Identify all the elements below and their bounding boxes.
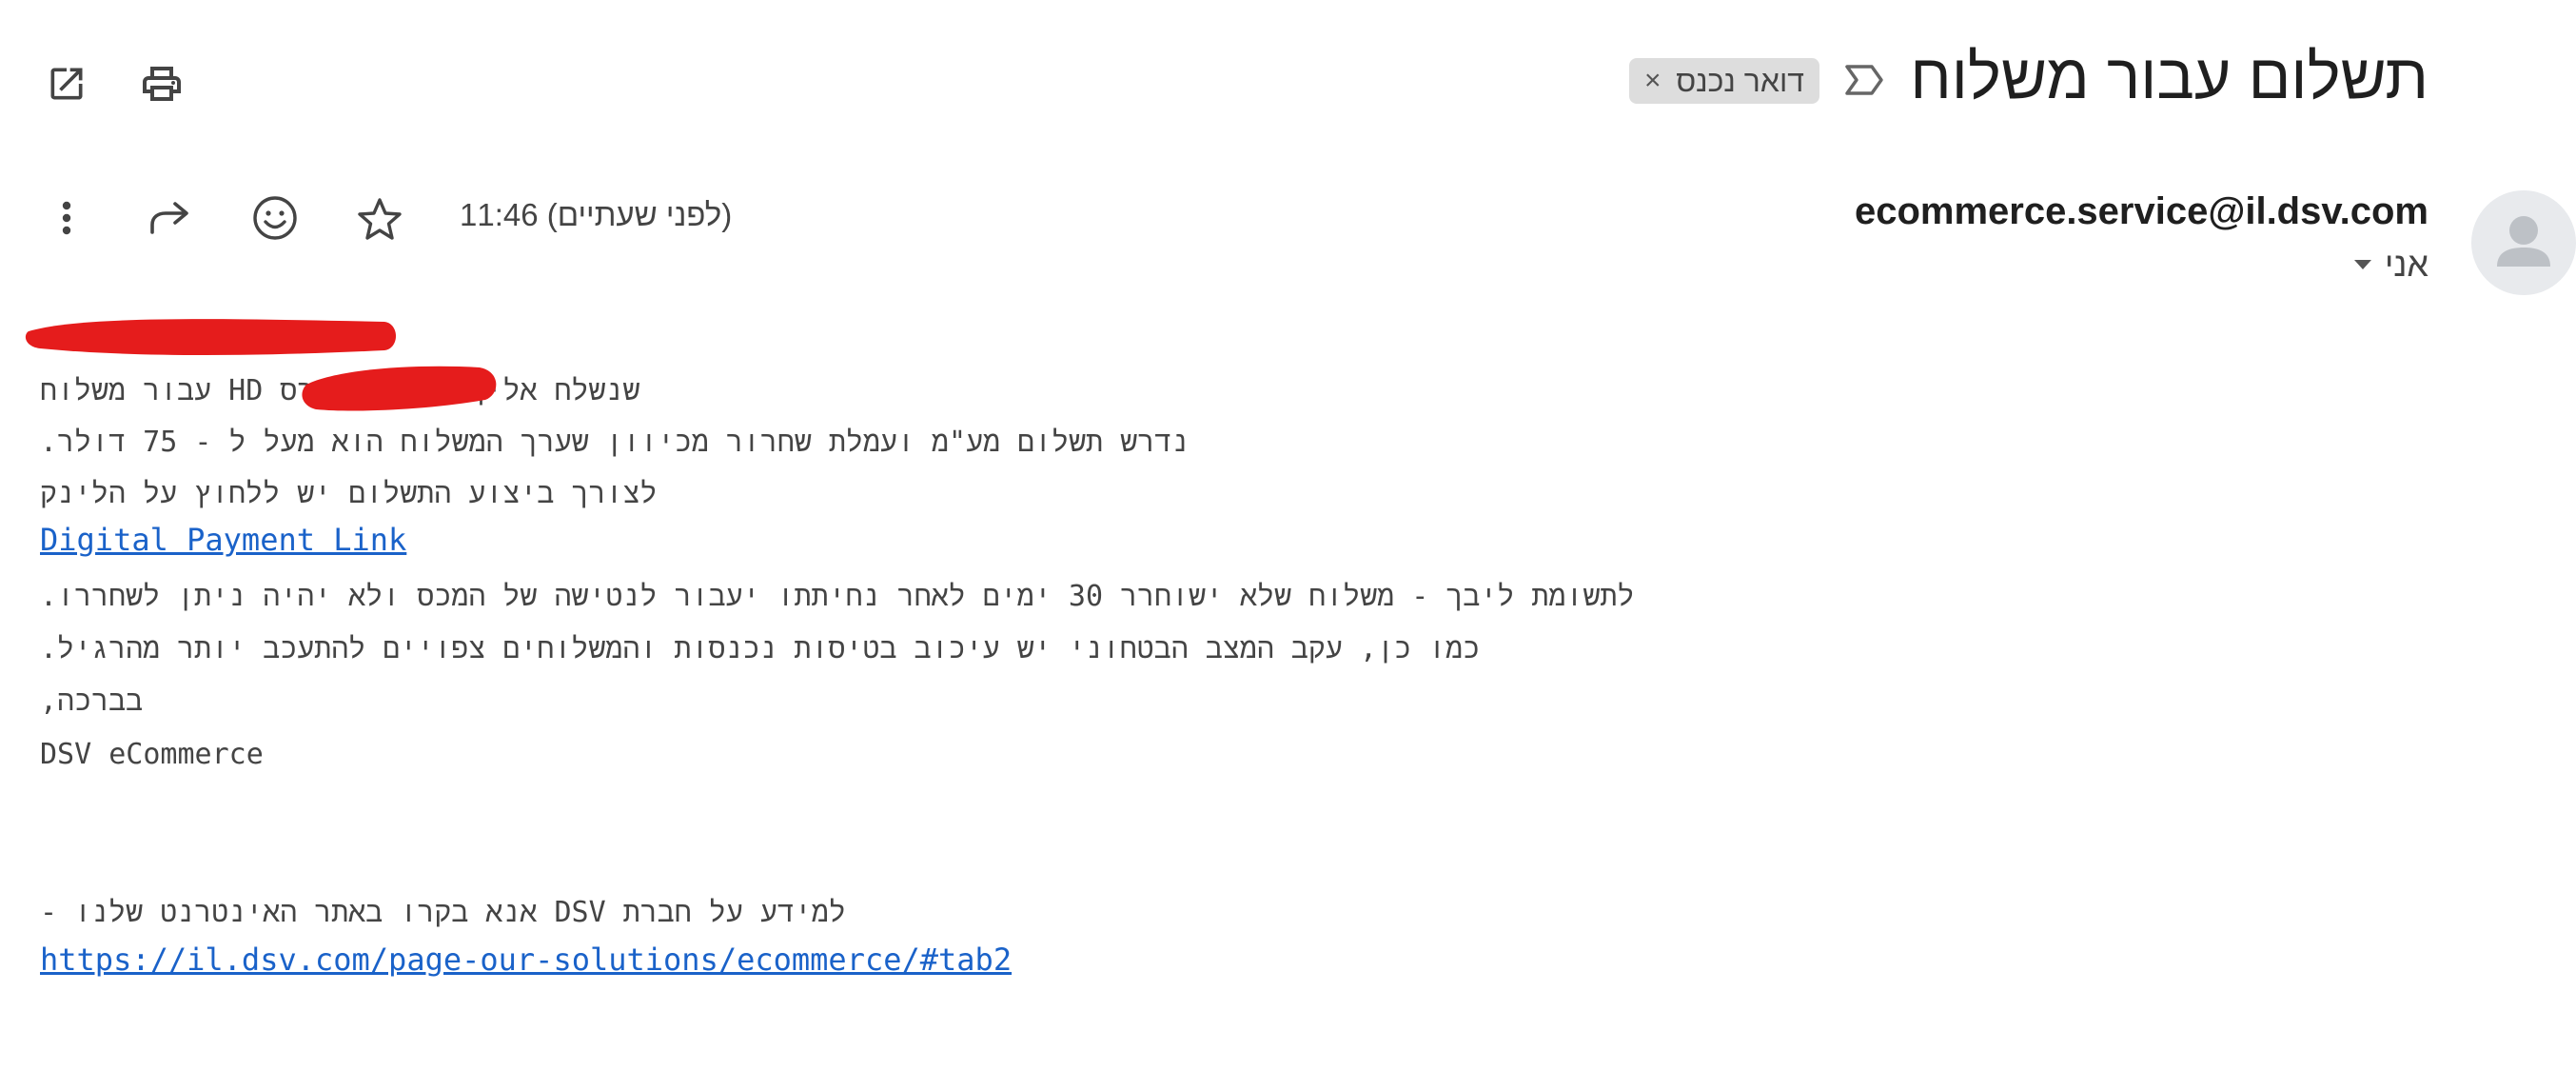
- redaction-scribble-1: [25, 319, 397, 355]
- body-line-5: כמו כן, עקב המצב הבטחוני יש עיכוב בטיסות…: [40, 632, 1481, 665]
- print-icon: [143, 67, 181, 101]
- body-line-6: בברכה,: [40, 684, 144, 718]
- recipient-label: אני: [2385, 245, 2429, 284]
- body-line-7: למידע על חברת DSV אנא בקרו באתר האינטרנט…: [40, 896, 846, 929]
- caret-down-icon: [2354, 260, 2372, 269]
- sender-email[interactable]: ecommerce.service@il.dsv.com: [1855, 190, 2429, 233]
- chip-label: דואר נכנס: [1676, 63, 1804, 98]
- star-button[interactable]: [354, 194, 405, 244]
- star-icon: [358, 198, 402, 240]
- more-vert-icon: [62, 201, 71, 235]
- print-button[interactable]: [135, 57, 188, 110]
- more-options-button[interactable]: [48, 194, 86, 242]
- label-important-icon: [1845, 65, 1883, 95]
- message-timestamp: 11:46 (לפני שעתיים): [460, 197, 733, 232]
- chip-remove-button[interactable]: ×: [1644, 65, 1662, 97]
- emoji-icon: [253, 196, 297, 240]
- dsv-site-link[interactable]: https://il.dsv.com/page-our-solutions/ec…: [40, 942, 1012, 978]
- forward-icon: [150, 202, 188, 234]
- payment-link[interactable]: Digital Payment Link: [40, 522, 406, 558]
- importance-marker[interactable]: [1843, 63, 1885, 102]
- forward-button[interactable]: [147, 196, 194, 242]
- add-reaction-button[interactable]: [249, 192, 301, 244]
- person-icon: [2497, 216, 2550, 267]
- signature: DSV eCommerce: [40, 738, 264, 771]
- email-subject: תשלום עבור משלוח: [1910, 41, 2429, 111]
- redaction-scribble-2: [302, 366, 497, 411]
- label-chip-inbox[interactable]: × דואר נכנס: [1629, 58, 1819, 104]
- sender-avatar[interactable]: [2471, 190, 2576, 295]
- open-in-new-icon: [50, 68, 83, 100]
- recipient-details-toggle[interactable]: אני: [2352, 245, 2429, 285]
- open-in-new-window-button[interactable]: [42, 59, 91, 109]
- body-line-2: נדרש תשלום מע"מ ועמלת שחרור מכיוון שערך …: [40, 426, 1190, 459]
- body-line-3: לצורך ביצוע התשלום יש ללחוץ על הלינק: [40, 477, 658, 510]
- body-line-4: לתשומת ליבך - משלוח שלא ישוחרר 30 ימים ל…: [40, 580, 1635, 613]
